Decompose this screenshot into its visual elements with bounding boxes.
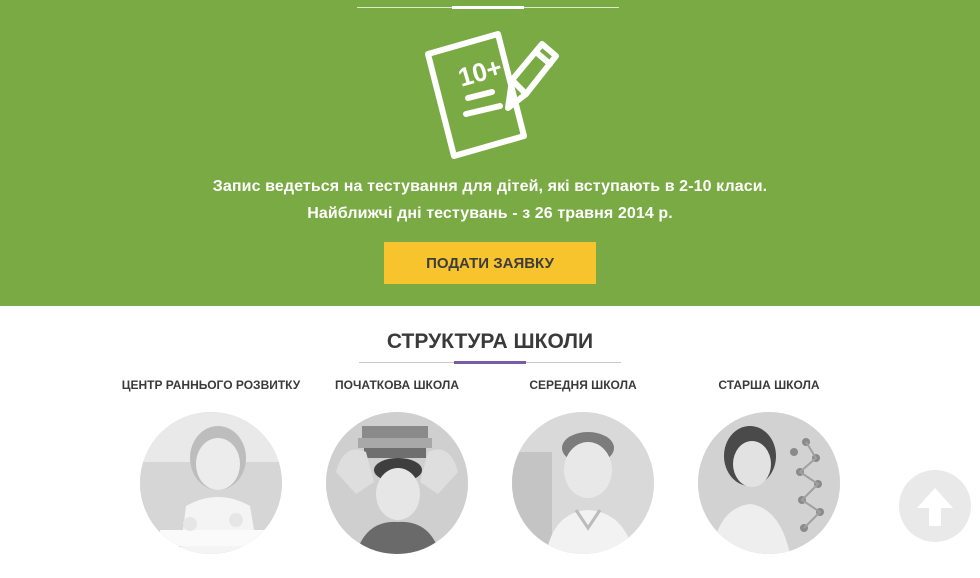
testing-dates-text: Найближчі дні тестувань - з 26 травня 20… [307, 205, 673, 222]
page: 10+ Запис ведеться на тестування для діт… [0, 0, 980, 578]
scroll-to-top-button[interactable] [899, 470, 971, 542]
smiling-boy-photo[interactable] [512, 412, 654, 554]
girl-with-molecule-model-photo[interactable] [698, 412, 840, 554]
child-drawing-photo[interactable] [140, 412, 282, 554]
top-divider-accent [452, 6, 524, 9]
card-label[interactable]: ПОЧАТКОВА ШКОЛА [297, 378, 497, 392]
enrollment-banner: 10+ Запис ведеться на тестування для діт… [0, 0, 980, 306]
section-title: СТРУКТУРА ШКОЛИ [386, 330, 594, 353]
boy-with-books-photo[interactable] [326, 412, 468, 554]
grade-mark: 10+ [455, 52, 506, 93]
card-label[interactable]: СЕРЕДНЯ ШКОЛА [483, 378, 683, 392]
apply-button[interactable]: ПОДАТИ ЗАЯВКУ [384, 242, 596, 284]
card-label[interactable]: ЦЕНТР РАННЬОГО РОЗВИТКУ [111, 378, 311, 392]
card-label[interactable]: СТАРША ШКОЛА [669, 378, 869, 392]
test-paper-pencil-icon: 10+ [420, 24, 560, 162]
arrow-up-icon [917, 488, 953, 526]
enrollment-info-text: Запис ведеться на тестування для дітей, … [212, 178, 768, 195]
section-divider-accent [454, 361, 526, 364]
